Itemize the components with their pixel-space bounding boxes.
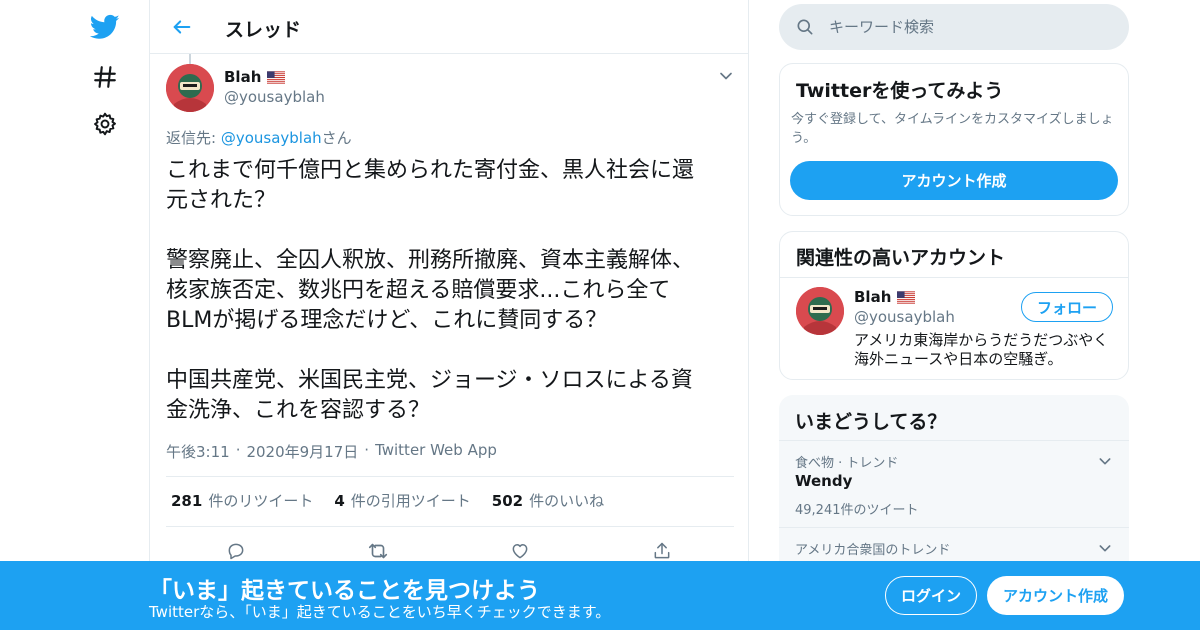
divider <box>166 526 734 527</box>
chevron-down-icon[interactable] <box>716 66 736 86</box>
divider <box>166 476 734 477</box>
follow-button[interactable]: フォロー <box>1021 292 1113 322</box>
like-count-label: 件のいいね <box>529 492 605 510</box>
thread-connector-line <box>189 54 191 64</box>
explore-hashtag-icon[interactable] <box>84 56 126 98</box>
meta-separator: · <box>235 441 241 459</box>
chevron-down-icon[interactable] <box>1097 540 1113 556</box>
back-arrow-icon[interactable] <box>166 11 198 43</box>
tweet-text: これまで何千億円と集められた寄付金、黒人社会に還 元された？ 警察廃止、全囚人釈… <box>166 156 738 426</box>
banner-create-account-button[interactable]: アカウント作成 <box>987 576 1124 615</box>
trend-item[interactable]: 食べ物 · トレンド Wendy 49,241件のツイート <box>779 440 1129 527</box>
meta-separator: · <box>364 441 370 459</box>
author-name[interactable]: Blah <box>224 68 286 86</box>
signup-card-description: 今すぐ登録して、タイムラインをカスタマイズしましょう。 <box>791 112 1114 146</box>
tweet-line: BLMが掲げる理念だけど、これに賛同する？ <box>166 308 608 333</box>
related-account-handle[interactable]: @yousayblah <box>854 308 955 326</box>
signup-banner: 「いま」起きていることを見つけよう Twitterなら、「いま」起きていることを… <box>0 561 1200 630</box>
retweet-count[interactable]: 281 件のリツイート <box>171 490 313 511</box>
thread-header: スレッド <box>150 0 748 54</box>
author-avatar[interactable] <box>166 64 214 112</box>
search-input[interactable] <box>829 16 1109 38</box>
twitter-logo-icon[interactable] <box>84 6 126 48</box>
signup-card: Twitterを使ってみよう 今すぐ登録して、タイムラインをカスタマイズしましょ… <box>779 63 1129 216</box>
trend-context: 食べ物 · トレンド <box>795 456 899 471</box>
author-handle[interactable]: @yousayblah <box>224 88 325 106</box>
search-box[interactable] <box>779 4 1129 50</box>
reply-to-suffix: さん <box>321 129 352 147</box>
trend-tweet-count: 49,241件のツイート <box>795 503 919 518</box>
tweet-date[interactable]: 2020年9月17日 <box>246 441 358 462</box>
tweet-line: これまで何千億円と集められた寄付金、黒人社会に還 <box>166 158 695 183</box>
quote-count-value: 4 <box>334 492 345 510</box>
divider <box>780 277 1128 278</box>
us-flag-icon <box>267 70 286 84</box>
signup-card-title: Twitterを使ってみよう <box>796 80 1004 102</box>
reply-to-mention-link[interactable]: @yousayblah <box>221 129 322 147</box>
like-count-value: 502 <box>491 492 524 510</box>
trend-name: Wendy <box>795 472 853 490</box>
create-account-button[interactable]: アカウント作成 <box>790 161 1118 200</box>
tweet-line: 中国共産党、米国民主党、ジョージ・ソロスによる資 <box>166 368 693 393</box>
reply-to-prefix: 返信先: <box>166 129 221 147</box>
retweet-count-value: 281 <box>171 492 203 510</box>
retweet-count-label: 件のリツイート <box>208 492 314 510</box>
tweet-metadata: 午後3:11 · 2020年9月17日 · Twitter Web App <box>166 441 497 462</box>
trend-context: アメリカ合衆国のトレンド <box>795 543 951 558</box>
tweet-line: 警察廃止、全囚人釈放、刑務所撤廃、資本主義解体、 <box>166 248 695 273</box>
related-account-display-name: Blah <box>854 288 892 306</box>
thread-column: スレッド Blah @yousayblah 返信先: @yousayblahさん… <box>149 0 749 630</box>
author-display-name: Blah <box>224 68 262 86</box>
tweet-stats: 281 件のリツイート 4 件の引用ツイート 502 件のいいね <box>171 490 604 511</box>
tweet-line: 核家族否定、数兆円を超える賠償要求...これら全て <box>166 278 671 303</box>
quote-count-label: 件の引用ツイート <box>350 492 471 510</box>
related-account-bio: アメリカ東海岸からうだうだつぶやく海外ニュースや日本の空騒ぎ。 <box>854 331 1109 368</box>
trends-card-title: いまどうしてる？ <box>795 411 947 433</box>
login-button[interactable]: ログイン <box>885 576 977 615</box>
search-icon <box>795 17 815 37</box>
us-flag-icon <box>897 290 916 304</box>
tweet-source[interactable]: Twitter Web App <box>375 441 497 462</box>
banner-title: 「いま」起きていることを見つけよう <box>149 578 540 604</box>
settings-gear-icon[interactable] <box>84 103 126 145</box>
tweet-time[interactable]: 午後3:11 <box>166 441 230 462</box>
related-account-name[interactable]: Blah <box>854 288 916 306</box>
tweet-line: 元された？ <box>166 188 277 213</box>
related-card-title: 関連性の高いアカウント <box>796 247 1006 269</box>
page-title: スレッド <box>225 19 302 41</box>
chevron-down-icon[interactable] <box>1097 453 1113 469</box>
related-accounts-card: 関連性の高いアカウント Blah @yousayblah フォロー アメリカ東海… <box>779 231 1129 380</box>
banner-subtitle: Twitterなら、「いま」起きていることをいち早くチェックできます。 <box>149 603 611 621</box>
related-account-avatar[interactable] <box>796 287 844 335</box>
like-count[interactable]: 502 件のいいね <box>492 490 604 511</box>
quote-count[interactable]: 4 件の引用ツイート <box>334 490 470 511</box>
tweet-line: 金洗浄、これを容認する？ <box>166 398 431 423</box>
left-navigation <box>0 0 150 630</box>
reply-to-line: 返信先: @yousayblahさん <box>166 127 352 148</box>
